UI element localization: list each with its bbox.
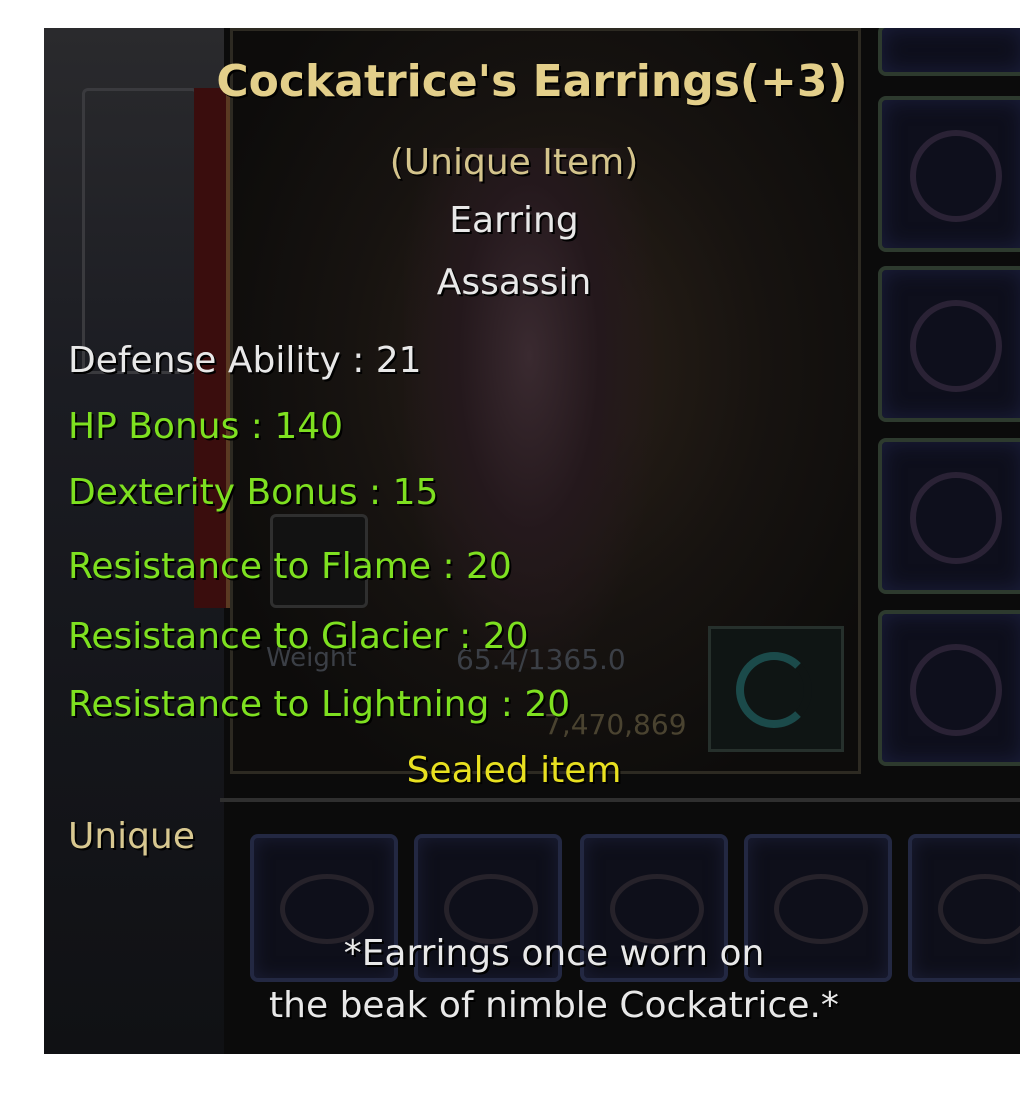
equipment-slot-3[interactable]	[878, 438, 1020, 594]
stat-defense: Defense Ability : 21	[68, 340, 422, 381]
item-type: Earring	[449, 200, 579, 241]
description-line-1: *Earrings once worn on	[343, 933, 765, 974]
stat-resist-flame: Resistance to Flame : 20	[68, 546, 512, 587]
game-window: Weight 65.4/1365.0 7,470,869 Cockatrice'…	[44, 28, 1020, 1054]
stat-resist-lightning: Resistance to Lightning : 20	[68, 684, 571, 725]
stat-hp-bonus: HP Bonus : 140	[68, 406, 344, 447]
refresh-icon	[736, 652, 812, 728]
stat-resist-glacier: Resistance to Glacier : 20	[68, 616, 529, 657]
stat-dexterity-bonus: Dexterity Bonus : 15	[68, 472, 439, 513]
necklace-item-icon	[910, 300, 1002, 392]
item-name: Cockatrice's Earrings(+3)	[216, 56, 848, 107]
panel-divider	[220, 798, 1020, 802]
description-line-2: the beak of nimble Cockatrice.*	[269, 985, 839, 1026]
ring-item-icon	[910, 472, 1002, 564]
item-description: *Earrings once worn on the beak of nimbl…	[144, 928, 964, 1032]
sealed-status: Sealed item	[406, 750, 622, 791]
item-class: Assassin	[436, 262, 592, 303]
item-rarity: Unique	[68, 816, 195, 857]
equipment-slot-4[interactable]	[878, 610, 1020, 766]
glove-item-icon	[910, 644, 1002, 736]
item-grade: (Unique Item)	[389, 142, 639, 183]
